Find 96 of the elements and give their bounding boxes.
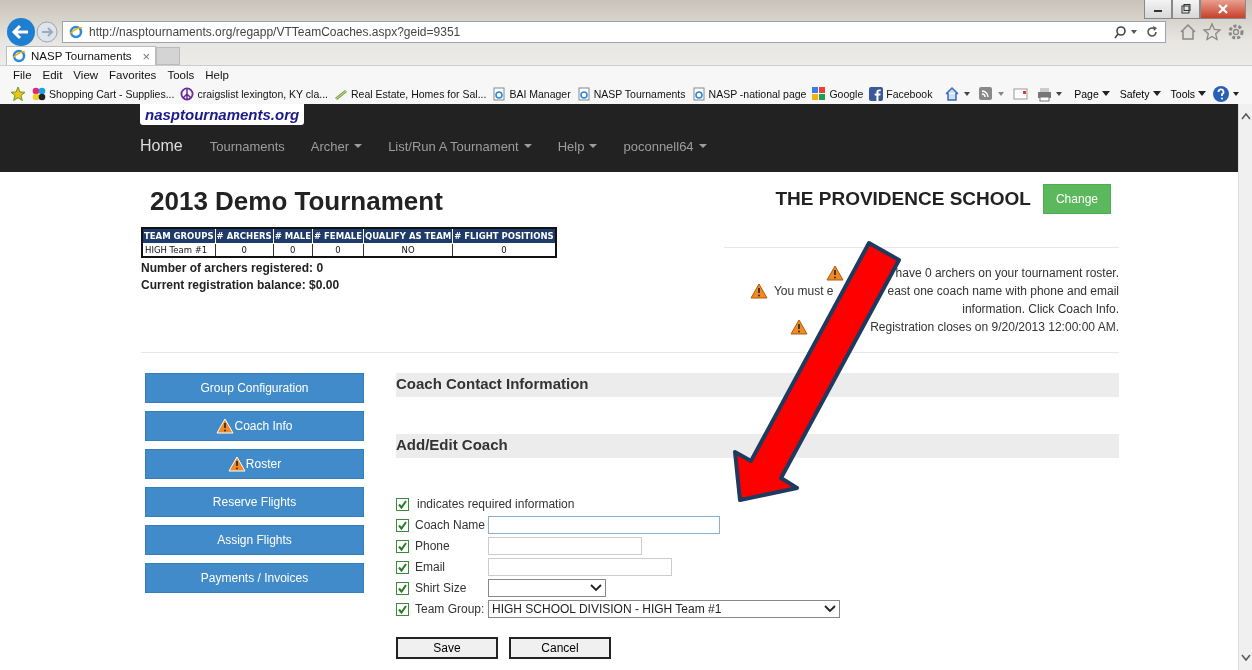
legend-text: indicates required information bbox=[417, 497, 575, 511]
command-menu[interactable]: Safety bbox=[1119, 87, 1161, 100]
command-menu[interactable]: Tools bbox=[1170, 87, 1207, 100]
favorites-link[interactable]: NASP Tournaments bbox=[576, 86, 686, 101]
column-header: # FEMALE bbox=[312, 228, 364, 244]
favorites-link[interactable]: craigslist lexington, KY cla... bbox=[180, 86, 328, 101]
refresh-icon[interactable] bbox=[1145, 24, 1159, 39]
nav-link[interactable]: List/Run A Tournament bbox=[388, 138, 532, 154]
nav-link[interactable]: Archer bbox=[310, 138, 363, 154]
address-bar[interactable]: http://nasptournaments.org/regapp/VTTeamCoaches.aspx?geid=9351 bbox=[62, 20, 1166, 43]
form-button[interactable]: Cancel bbox=[509, 637, 611, 659]
chevron-down-icon bbox=[590, 584, 602, 592]
scroll-up-icon[interactable] bbox=[1240, 112, 1251, 120]
sidebar-button[interactable]: Coach Info bbox=[145, 411, 364, 441]
warning-text: Registration closes on 9/20/2013 12:00:00 AM. bbox=[870, 320, 1119, 334]
field-label: Phone bbox=[415, 539, 451, 553]
field-label: Coach Name bbox=[415, 518, 487, 532]
school-name: THE PROVIDENCE SCHOOL bbox=[775, 188, 1031, 210]
caret-icon bbox=[1152, 90, 1161, 97]
caret-icon bbox=[1101, 90, 1110, 97]
field-label: Shirt Size bbox=[415, 581, 468, 595]
feed-icon[interactable] bbox=[978, 85, 1007, 102]
nav-link[interactable]: Home bbox=[140, 137, 183, 155]
input-field[interactable] bbox=[488, 558, 672, 576]
favorites-link[interactable]: Real Estate, Homes for Sal... bbox=[334, 86, 487, 101]
sidebar-button[interactable]: Payments / Invoices bbox=[145, 563, 364, 593]
menu-item[interactable]: Edit bbox=[42, 68, 63, 81]
warning-text: information. Click Coach Info. bbox=[962, 302, 1119, 316]
restore-icon[interactable] bbox=[1172, 0, 1200, 19]
warning-text: You must e bbox=[773, 284, 834, 298]
minimize-icon[interactable] bbox=[1144, 0, 1172, 19]
mail-icon[interactable] bbox=[1012, 85, 1031, 102]
printer-icon[interactable] bbox=[1036, 85, 1065, 102]
column-header: QUALIFY AS TEAM bbox=[363, 228, 453, 244]
warning-text: have 0 archers on your tournament roster. bbox=[895, 266, 1119, 280]
page-icon bbox=[492, 86, 507, 101]
nav-link[interactable]: Tournaments bbox=[209, 138, 285, 154]
section-header: Add/Edit Coach bbox=[396, 434, 1119, 458]
scroll-down-icon[interactable] bbox=[1240, 654, 1251, 662]
page-icon bbox=[576, 86, 591, 101]
peace-icon bbox=[180, 86, 195, 101]
field-label: Team Group: bbox=[415, 602, 486, 616]
caret-icon bbox=[1198, 90, 1207, 97]
nav-link[interactable]: poconnell64 bbox=[623, 138, 707, 154]
menu-item[interactable]: File bbox=[13, 68, 32, 81]
home-icon[interactable] bbox=[944, 85, 973, 102]
page-icon bbox=[691, 86, 706, 101]
help-icon[interactable] bbox=[1212, 84, 1242, 103]
favorites-link[interactable]: Shopping Cart - Supplies... bbox=[31, 86, 175, 101]
back-icon[interactable] bbox=[6, 16, 36, 47]
favorites-link[interactable]: Facebook bbox=[869, 86, 933, 101]
summary-text: Current registration balance: $0.00 bbox=[141, 278, 341, 292]
site-logo[interactable]: nasptournaments.org bbox=[140, 104, 305, 125]
input-field[interactable] bbox=[488, 537, 642, 555]
favorites-link[interactable]: BAI Manager bbox=[492, 86, 571, 101]
menu-item[interactable]: Favorites bbox=[109, 68, 157, 81]
favorites-link[interactable]: Google bbox=[812, 86, 864, 101]
facebook-icon bbox=[869, 86, 884, 101]
warning-text: east one coach name with phone and email bbox=[887, 284, 1119, 298]
favorites-link[interactable]: NASP -national page bbox=[691, 86, 807, 101]
star-icon[interactable] bbox=[1202, 21, 1222, 42]
sidebar-button[interactable]: Assign Flights bbox=[145, 525, 364, 555]
select-field[interactable]: HIGH SCHOOL DIVISION - HIGH Team #1 bbox=[488, 600, 840, 618]
sidebar-button[interactable]: Group Configuration bbox=[145, 373, 364, 403]
command-menu[interactable]: Page bbox=[1074, 87, 1110, 100]
url-text: http://nasptournaments.org/regapp/VTTeamCoaches.aspx?geid=9351 bbox=[89, 24, 461, 39]
menu-item[interactable]: Tools bbox=[167, 68, 195, 81]
tiles-icon bbox=[812, 86, 827, 101]
browser-tab[interactable]: NASP Tournaments × bbox=[6, 46, 156, 65]
sidebar-button[interactable]: Roster bbox=[145, 449, 364, 479]
color-dots-icon bbox=[31, 86, 46, 101]
tournament-title: 2013 Demo Tournament bbox=[150, 186, 444, 217]
close-icon[interactable] bbox=[1200, 0, 1246, 19]
field-label: Email bbox=[415, 560, 446, 574]
menu-item[interactable]: Help bbox=[205, 68, 229, 81]
chevron-down-icon bbox=[824, 605, 836, 613]
tab-close-button[interactable]: × bbox=[142, 48, 150, 64]
favorites-star-icon[interactable] bbox=[10, 85, 26, 102]
menu-item[interactable]: View bbox=[73, 68, 99, 81]
tab-title: NASP Tournaments bbox=[31, 50, 133, 62]
table-cell: HIGH Team #1 bbox=[142, 243, 216, 257]
sidebar-button[interactable]: Reserve Flights bbox=[145, 487, 364, 517]
column-header: # MALE bbox=[273, 228, 313, 244]
section-header: Coach Contact Information bbox=[396, 373, 1119, 397]
select-field[interactable] bbox=[488, 579, 606, 597]
browser-logo-icon bbox=[12, 49, 26, 63]
input-field[interactable] bbox=[488, 516, 720, 534]
scrollbar[interactable] bbox=[1238, 104, 1252, 670]
column-header: TEAM GROUPS bbox=[142, 228, 216, 244]
summary-text: Number of archers registered: 0 bbox=[141, 261, 325, 275]
form-button[interactable]: Save bbox=[396, 637, 498, 659]
browser-logo-icon bbox=[69, 24, 83, 39]
search-icon[interactable] bbox=[1113, 24, 1139, 39]
column-header: # FLIGHT POSITIONS bbox=[452, 228, 556, 244]
nav-link[interactable]: Help bbox=[557, 138, 598, 154]
column-header: # ARCHERS bbox=[215, 228, 274, 244]
